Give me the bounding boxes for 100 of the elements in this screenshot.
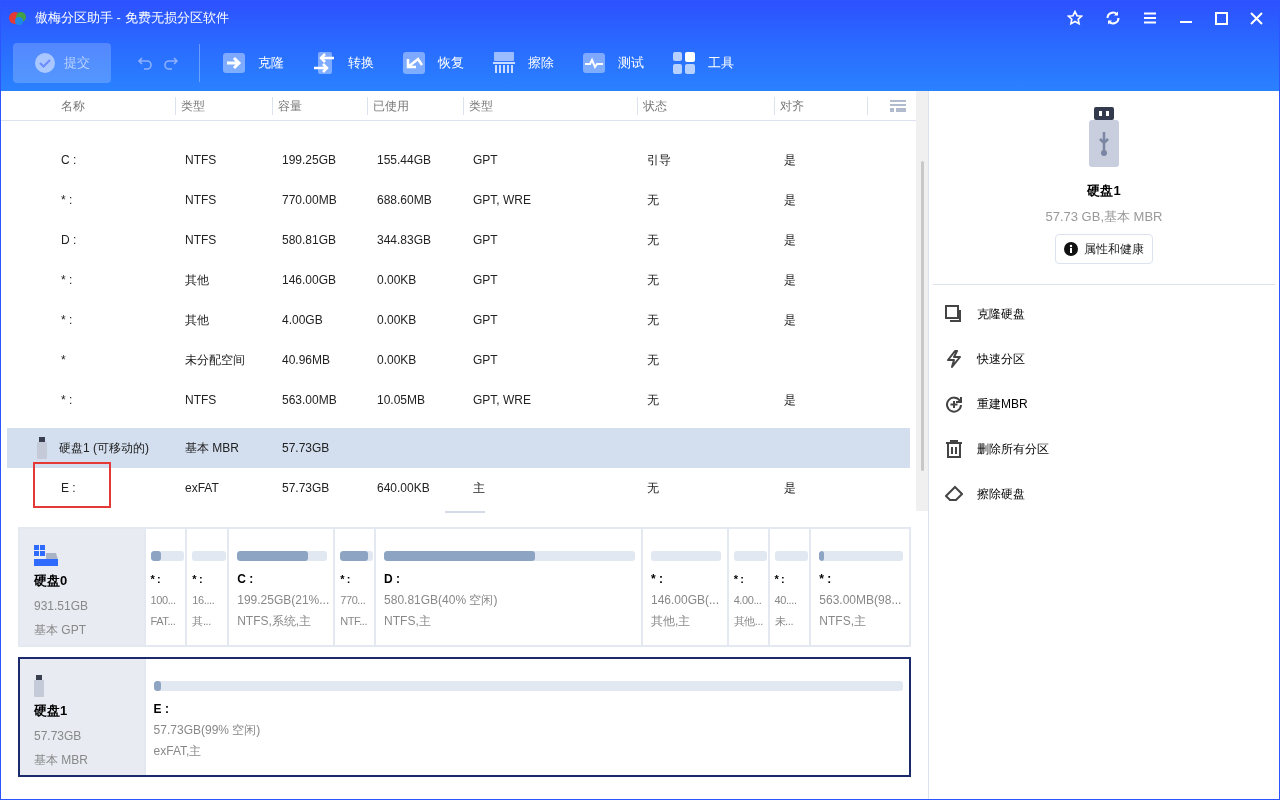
toolbar-button[interactable]: 转换	[308, 51, 378, 75]
usage-bar	[150, 551, 185, 561]
table-cell-text: * :	[61, 192, 73, 209]
table-cell-text: NTFS	[185, 192, 217, 209]
partition-block[interactable]: * : 16.... 其...	[185, 529, 228, 645]
star-icon[interactable]	[1067, 10, 1083, 26]
toolbar-button[interactable]: 克隆	[218, 51, 288, 75]
toolbar-button[interactable]: 恢复	[398, 51, 468, 75]
partition-label: * :	[150, 572, 162, 587]
toolbar-button[interactable]: 测试	[578, 51, 648, 75]
grid-icon	[672, 51, 696, 75]
side-action[interactable]: 擦除硬盘	[929, 471, 1279, 516]
column-header[interactable]: 类型	[469, 96, 493, 115]
column-header[interactable]: 状态	[643, 96, 667, 115]
table-cell-text: 688.60MB	[377, 192, 432, 209]
partition-label: D :	[384, 571, 402, 587]
close-icon[interactable]	[1250, 11, 1263, 25]
table-cell-text: * :	[61, 312, 73, 329]
partition-block[interactable]: * : 100... FAT...	[143, 529, 186, 645]
partition-type: 未...	[774, 614, 794, 629]
disk-summary: 57.73 GB,基本 MBR	[1045, 207, 1163, 226]
table-cell-text: NTFS	[185, 152, 217, 169]
table-cell-text: 无	[647, 352, 659, 369]
table-cell-text: 199.25GB	[282, 152, 337, 169]
partition-size: 4.00...	[733, 593, 762, 608]
lightning-icon	[945, 349, 963, 368]
swap-arrows-icon	[312, 51, 336, 75]
partition-block[interactable]: * : 770... NTF...	[333, 529, 375, 645]
disk-name: 硬盘1	[34, 702, 69, 720]
table-cell-text: 主	[473, 480, 485, 497]
app-logo-icon	[9, 10, 27, 26]
partition-type: NTFS,主	[819, 613, 866, 629]
partition-block[interactable]: * : 4.00... 其他...	[726, 529, 768, 645]
disk-card[interactable]: 硬盘1 57.73GB 基本 MBR E : 57.73GB(99% 空闲) exFAT,主	[18, 657, 911, 777]
shredder-icon	[492, 51, 516, 75]
partition-size: 100...	[150, 593, 176, 608]
table-cell-text: E :	[61, 480, 76, 497]
side-action[interactable]: 克隆硬盘	[929, 291, 1279, 336]
table-cell-text: 是	[784, 392, 796, 409]
table-cell-text: 155.44GB	[377, 152, 432, 169]
disk-name: 硬盘1	[1087, 182, 1121, 200]
scrollbar-thumb[interactable]	[920, 161, 924, 471]
partition-type: exFAT,主	[153, 743, 202, 759]
partition-block[interactable]: E : 57.73GB(99% 空闲) exFAT,主	[143, 659, 909, 775]
column-header[interactable]: 容量	[278, 96, 302, 115]
properties-button[interactable]: 属性和健康	[1055, 234, 1153, 264]
column-header[interactable]: 已使用	[373, 96, 409, 115]
disk-type: 基本 MBR	[34, 751, 89, 769]
column-header[interactable]: 类型	[181, 96, 205, 115]
partition-size: 580.81GB(40% 空闲)	[384, 592, 498, 608]
table-cell-text: GPT	[473, 312, 498, 329]
disk-type: 基本 GPT	[34, 621, 87, 639]
partition-label: E :	[153, 701, 170, 717]
table-cell-text: 0.00KB	[377, 352, 417, 369]
table-cell-text: GPT	[473, 272, 498, 289]
table-cell-text: GPT, WRE	[473, 192, 531, 209]
table-cell-text: 580.81GB	[282, 232, 337, 249]
menu-icon[interactable]	[1143, 12, 1157, 24]
partition-size: 16....	[192, 593, 215, 608]
partition-type: 其他...	[733, 614, 763, 629]
partition-block[interactable]: C : 199.25GB(21%... NTFS,系统,主	[227, 529, 334, 645]
partition-type: 其...	[192, 614, 211, 629]
partition-block[interactable]: * : 563.00MB(98... NTFS,主	[809, 529, 909, 645]
table-cell-text: C :	[61, 152, 77, 169]
copy-icon	[945, 304, 963, 323]
table-cell-text: 0.00KB	[377, 272, 417, 289]
table-cell-text: 是	[784, 312, 796, 329]
partition-block[interactable]: D : 580.81GB(40% 空闲) NTFS,主	[374, 529, 641, 645]
refresh-icon[interactable]	[1105, 10, 1121, 26]
ssd-drive-icon	[34, 545, 58, 567]
table-cell-text: 是	[784, 272, 796, 289]
table-cell-text: *	[61, 352, 66, 369]
partition-size: 40....	[774, 593, 797, 608]
partition-label: C :	[237, 571, 255, 587]
side-action[interactable]: 快速分区	[929, 336, 1279, 381]
selected-row[interactable]: 硬盘1 (可移动的) 基本 MBR 57.73GB	[7, 428, 910, 468]
partition-block[interactable]: * : 40.... 未...	[767, 529, 810, 645]
partition-block[interactable]: * : 146.00GB(... 其他,主	[640, 529, 727, 645]
eraser-icon	[945, 484, 963, 503]
arrow-right-icon	[222, 51, 246, 75]
toolbar-button[interactable]: 工具	[668, 51, 738, 75]
table-cell-text: NTFS	[185, 392, 217, 409]
circle-plus-icon	[945, 394, 963, 413]
maximize-icon[interactable]	[1215, 11, 1228, 25]
side-action[interactable]: 重建MBR	[929, 381, 1279, 426]
table-cell-text: 基本 MBR	[185, 440, 239, 457]
side-action[interactable]: 删除所有分区	[929, 426, 1279, 471]
column-header[interactable]: 对齐	[780, 96, 804, 115]
column-header[interactable]: 名称	[61, 96, 85, 115]
disk-name: 硬盘0	[34, 572, 69, 590]
trash-icon	[945, 439, 963, 458]
usage-bar	[340, 551, 374, 561]
table-cell-text: 未分配空间	[185, 352, 245, 369]
table-cell-text: 无	[647, 192, 659, 209]
table-cell-text: 563.00MB	[282, 392, 337, 409]
partition-type: NTFS,主	[384, 613, 431, 629]
disk-card[interactable]	[18, 527, 911, 647]
toolbar-button[interactable]: 擦除	[488, 51, 558, 75]
table-cell-text: 无	[647, 392, 659, 409]
table-cell-text: 40.96MB	[282, 352, 331, 369]
